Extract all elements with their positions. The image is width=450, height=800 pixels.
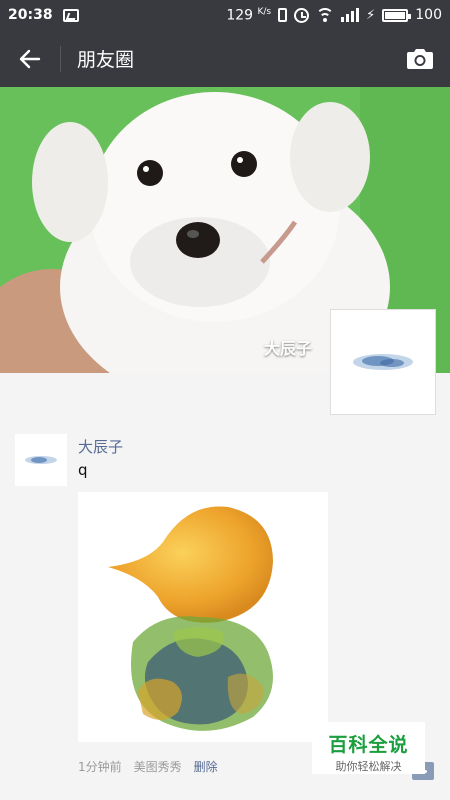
network-speed: 129 K/s	[226, 6, 272, 24]
avatar-image	[353, 354, 413, 370]
page-title: 朋友圈	[77, 49, 135, 71]
watermark-logo: 百科全说 助你轻松解决	[312, 722, 425, 774]
post-avatar[interactable]	[15, 434, 67, 486]
back-button[interactable]	[0, 30, 60, 87]
avatar-image	[25, 456, 57, 464]
message-notification-icon	[62, 8, 79, 22]
status-time: 20:38	[8, 7, 53, 23]
title-bar: 朋友圈	[0, 30, 450, 87]
watermark-subtitle: 助你轻松解决	[335, 760, 402, 773]
camera-button[interactable]	[390, 30, 450, 87]
profile-avatar[interactable]	[330, 309, 436, 415]
camera-icon	[407, 48, 433, 69]
signal-icon	[341, 8, 360, 22]
delete-link[interactable]: 删除	[194, 758, 218, 775]
post-text: q	[78, 461, 88, 479]
alarm-icon	[294, 7, 310, 23]
post-artwork-image	[78, 492, 328, 742]
post-meta: 1分钟前 美图秀秀 删除	[78, 758, 218, 775]
battery-level: 100	[415, 7, 442, 23]
charging-icon: ⚡	[366, 7, 376, 23]
battery-icon	[382, 8, 412, 22]
status-bar: 20:38 129 K/s ⚡ 100	[0, 0, 450, 30]
profile-name: 大辰子	[264, 339, 313, 358]
post-author[interactable]: 大辰子	[78, 436, 123, 457]
watermark-title: 百科全说	[328, 734, 409, 756]
post-time: 1分钟前	[78, 760, 122, 774]
arrow-left-icon	[19, 49, 41, 68]
wifi-icon	[316, 8, 335, 22]
title-divider	[60, 45, 61, 72]
vibrate-icon	[278, 8, 288, 22]
post-image[interactable]	[78, 492, 328, 742]
post-source[interactable]: 美图秀秀	[134, 758, 182, 775]
